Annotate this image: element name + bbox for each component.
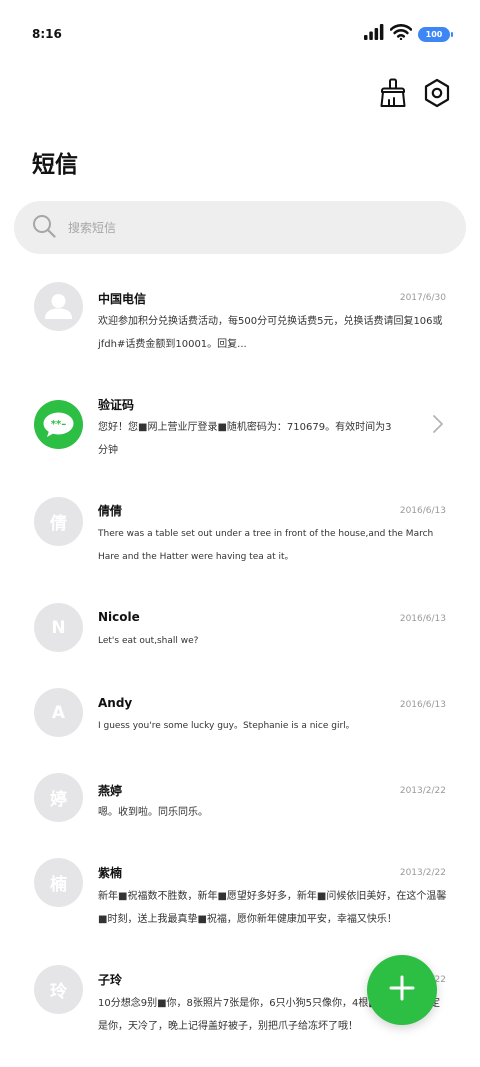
message-date: 2017/6/30 (399, 293, 446, 303)
message-preview: There was a table set out under a tree i… (98, 529, 434, 562)
list-item[interactable]: N Nicole 2016/6/13 Let's eat out,shall w… (0, 598, 480, 678)
search-input[interactable] (68, 220, 408, 235)
message-code-icon: **– (43, 412, 74, 437)
list-item[interactable]: 楠 紫楠 2013/2/22 新年■祝福数不胜数，新年■愿望好多好多，新年■问候… (0, 858, 480, 958)
avatar: 楠 (34, 858, 83, 907)
message-preview: I guess you're some lucky guy。Stephanie … (98, 721, 355, 731)
sender-name: 子玲 (98, 973, 123, 987)
settings-hexagon-icon[interactable] (422, 78, 452, 108)
message-date: 2016/6/13 (399, 506, 446, 516)
message-date: 2016/6/13 (399, 614, 446, 624)
list-item[interactable]: 中国电信 2017/6/30 欢迎参加积分兑换话费活动，每500分可兑换话费5元… (0, 268, 480, 368)
avatar: A (34, 688, 83, 737)
status-bar: 8:16 100 (0, 0, 480, 64)
list-item[interactable]: 倩 倩倩 2016/6/13 There was a table set out… (0, 491, 480, 591)
avatar: N (34, 603, 83, 652)
status-time: 8:16 (32, 27, 62, 41)
sender-name: 倩倩 (98, 504, 123, 518)
sender-name: 中国电信 (98, 292, 147, 306)
avatar: 婷 (34, 773, 83, 822)
clean-brush-icon[interactable] (378, 78, 408, 108)
sender-name: 验证码 (98, 398, 135, 412)
person-icon (45, 294, 72, 319)
list-item[interactable]: **– 验证码 您好！您■网上营业厅登录■随机密码为：710679。有效时间为3… (0, 380, 480, 480)
sender-name: Nicole (98, 610, 140, 624)
battery-level: 100 (425, 29, 443, 39)
sender-name: Andy (98, 696, 133, 710)
top-actions (378, 78, 452, 108)
chevron-right-icon[interactable] (432, 414, 444, 438)
message-date: 2013/2/22 (399, 868, 446, 878)
message-preview: 欢迎参加积分兑换话费活动，每500分可兑换话费5元，兑换话费请回复106或jfd… (98, 316, 443, 350)
svg-text:**–: **– (51, 419, 66, 430)
wifi-icon (389, 24, 413, 44)
signal-icon (364, 24, 384, 44)
sender-name: 紫楠 (98, 866, 123, 880)
message-preview: 您好！您■网上营业厅登录■随机密码为：710679。有效时间为3分钟 (98, 422, 392, 456)
page-title: 短信 (32, 152, 78, 178)
list-item[interactable]: 婷 燕婷 2013/2/22 嗯。收到啦。同乐同乐。 (0, 772, 480, 852)
avatar: **– (34, 400, 83, 449)
message-preview: 嗯。收到啦。同乐同乐。 (98, 807, 208, 818)
search-box[interactable] (14, 201, 466, 254)
list-item[interactable]: A Andy 2016/6/13 I guess you're some luc… (0, 686, 480, 766)
sender-name: 燕婷 (98, 784, 123, 798)
new-message-button[interactable] (367, 955, 437, 1025)
avatar: 倩 (34, 497, 83, 546)
avatar: 玲 (34, 965, 83, 1014)
message-date: 2016/6/13 (399, 700, 446, 710)
status-icons: 100 (364, 24, 453, 44)
plus-icon (389, 975, 415, 1005)
battery-icon: 100 (418, 26, 453, 42)
search-icon (32, 214, 56, 242)
message-preview: Let's eat out,shall we? (98, 636, 199, 646)
message-date: 2013/2/22 (399, 786, 446, 796)
avatar (34, 282, 83, 331)
message-preview: 新年■祝福数不胜数，新年■愿望好多好多，新年■问候依旧美好，在这个温馨■时刻，送… (98, 891, 447, 925)
